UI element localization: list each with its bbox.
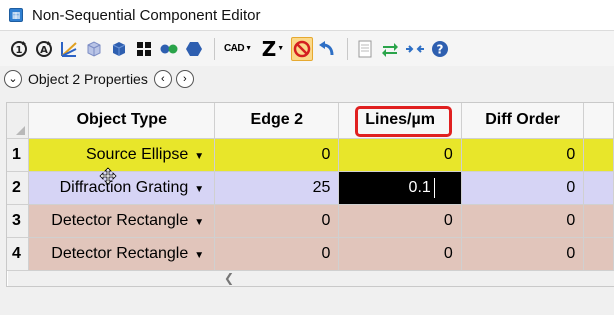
title-bar: ▦ Non-Sequential Component Editor [0, 0, 614, 31]
help-icon[interactable]: ? [429, 37, 451, 61]
diff-order-cell[interactable]: 0 [461, 171, 585, 205]
row-number[interactable]: 2 [7, 171, 30, 205]
cad-icon[interactable]: CAD ▼ [221, 37, 255, 61]
diff-order-cell[interactable]: 0 [461, 204, 585, 238]
rotate-cw-icon[interactable]: 1 [8, 37, 30, 61]
chevron-down-icon[interactable]: ▼ [194, 151, 204, 162]
horizontal-scrollbar[interactable]: ❮ [8, 271, 614, 286]
object-type-label: Detector Rectangle [51, 211, 189, 229]
lines-cell[interactable]: 0 [338, 237, 462, 271]
chevron-down-icon[interactable]: ⌄ [4, 70, 22, 88]
text-caret [433, 177, 435, 198]
column-header[interactable]: Object Type [28, 103, 216, 139]
hexagon-icon[interactable] [183, 37, 205, 61]
object-type-label: Diffraction Grating [59, 178, 189, 196]
object-type-cell[interactable]: Detector Rectangle ▼ [28, 204, 216, 238]
toolbar: 1 A CAD ▼ Z ▼ ? [0, 31, 614, 66]
row-number[interactable]: 3 [7, 204, 30, 238]
row-number[interactable]: 1 [7, 138, 30, 172]
properties-bar: ⌄ Object 2 Properties ‹ › [0, 66, 614, 92]
table-row: 2 Diffraction Grating ▼ 25 0.1 0 [7, 171, 614, 205]
lines-edit-value: 0.1 [408, 178, 431, 196]
object-table: Object Type Edge 2 Lines/µm Diff Order 1… [7, 103, 614, 271]
editor-footer [0, 287, 614, 315]
chevron-down-icon: ▼ [245, 45, 253, 52]
chevron-right-icon[interactable]: › [175, 70, 194, 88]
app-icon: ▦ [9, 8, 23, 22]
edge2-cell[interactable]: 25 [214, 171, 340, 205]
grid-icon[interactable] [133, 37, 155, 61]
lines-cell[interactable]: 0 [338, 204, 462, 238]
row-number[interactable]: 4 [7, 237, 30, 271]
extra-cell[interactable] [583, 204, 614, 238]
object-icon[interactable] [83, 37, 105, 61]
no-entry-icon[interactable] [291, 36, 313, 61]
object-grid: Object Type Edge 2 Lines/µm Diff Order 1… [6, 102, 614, 287]
z-icon[interactable]: Z ▼ [258, 37, 288, 61]
undo-icon[interactable] [316, 37, 338, 61]
table-row: 3 Detector Rectangle ▼ 0 0 0 [7, 204, 614, 238]
column-header[interactable]: Edge 2 [214, 103, 340, 139]
lines-cell[interactable]: 0 [338, 138, 462, 172]
column-header[interactable]: Diff Order [461, 103, 585, 139]
edge2-cell[interactable]: 0 [214, 204, 340, 238]
table-row: 4 Detector Rectangle ▼ 0 0 0 [7, 237, 614, 271]
extra-cell[interactable] [583, 237, 614, 271]
column-header[interactable]: Lines/µm [338, 103, 462, 139]
rotate-ccw-icon[interactable]: A [33, 37, 55, 61]
edge2-cell[interactable]: 0 [214, 138, 340, 172]
object-type-label: Source Ellipse [85, 145, 189, 163]
svg-text:A: A [40, 45, 48, 56]
edge2-cell[interactable]: 0 [214, 237, 340, 271]
cad-label: CAD [223, 43, 245, 54]
ray-trace-icon[interactable] [58, 37, 80, 61]
document-icon[interactable] [354, 37, 376, 61]
chevron-down-icon: ▼ [277, 45, 285, 52]
chevron-left-icon[interactable]: ‹ [153, 70, 172, 88]
z-label: Z [261, 36, 277, 61]
object-type-cell[interactable]: Diffraction Grating ▼ [28, 171, 216, 205]
toolbar-separator [214, 37, 215, 60]
svg-text:1: 1 [16, 45, 23, 56]
lines-edit-field[interactable]: 0.1 [338, 171, 462, 205]
chevron-down-icon[interactable]: ▼ [194, 250, 204, 261]
diff-order-cell[interactable]: 0 [461, 138, 585, 172]
diff-order-cell[interactable]: 0 [461, 237, 585, 271]
column-header[interactable] [583, 103, 614, 139]
chevron-down-icon[interactable]: ▼ [194, 217, 204, 228]
window-title: Non-Sequential Component Editor [32, 6, 261, 24]
properties-label: Object 2 Properties [28, 71, 148, 87]
dots-icon[interactable] [158, 37, 180, 61]
arrows-swap-icon[interactable] [379, 37, 401, 61]
svg-text:?: ? [437, 42, 444, 56]
object-type-cell[interactable]: Detector Rectangle ▼ [28, 237, 216, 271]
extra-cell[interactable] [583, 138, 614, 172]
extra-cell[interactable] [583, 171, 614, 205]
corner-cell[interactable] [7, 103, 30, 139]
chevron-down-icon[interactable]: ▼ [194, 184, 204, 195]
object-type-cell[interactable]: Source Ellipse ▼ [28, 138, 216, 172]
arrows-in-icon[interactable] [404, 37, 426, 61]
toolbar-separator [347, 37, 348, 60]
header-row: Object Type Edge 2 Lines/µm Diff Order [7, 103, 614, 139]
object-type-label: Detector Rectangle [51, 244, 189, 262]
cube-icon[interactable] [108, 37, 130, 61]
table-row: 1 Source Ellipse ▼ 0 0 0 [7, 138, 614, 172]
scroll-left-icon[interactable]: ❮ [224, 271, 234, 285]
